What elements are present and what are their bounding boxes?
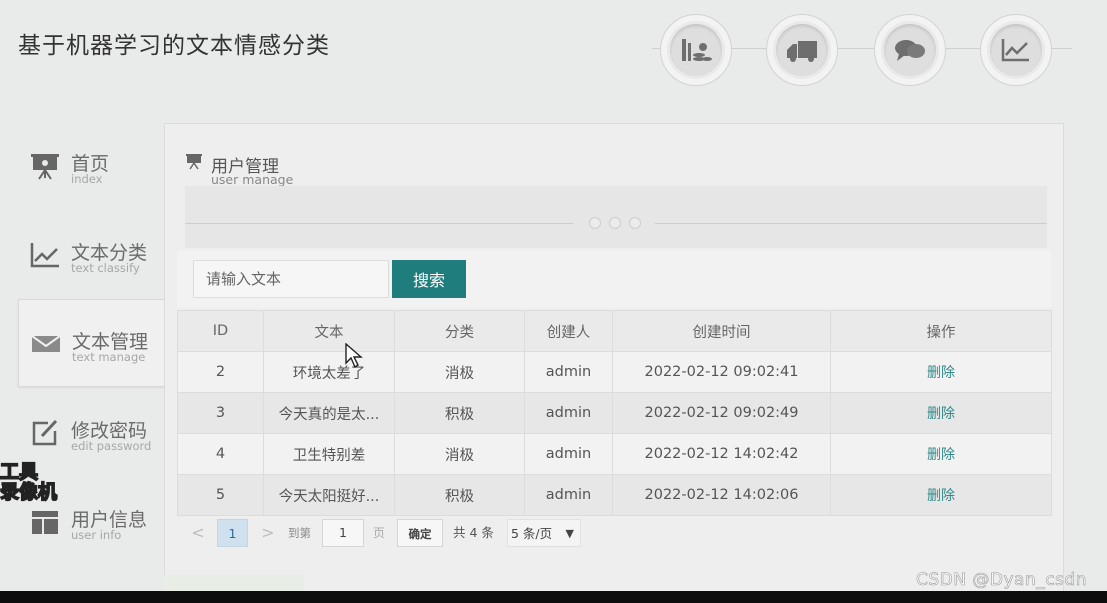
table-header-row: ID 文本 分类 创建人 创建时间 操作 bbox=[177, 310, 1052, 352]
cell-time: 2022-02-12 09:02:49 bbox=[612, 392, 831, 434]
app-title: 基于机器学习的文本情感分类 bbox=[18, 33, 330, 59]
cell-category: 消极 bbox=[394, 351, 525, 393]
cell-id: 3 bbox=[177, 392, 264, 434]
sidebar-item-sublabel: edit password bbox=[71, 439, 152, 453]
cell-creator: admin bbox=[524, 474, 613, 516]
page-unit-label: 页 bbox=[373, 526, 386, 540]
edit-icon bbox=[32, 419, 58, 446]
top-button-chat[interactable] bbox=[874, 14, 946, 86]
bottom-bar-fragment bbox=[164, 575, 304, 591]
table-row: 3 今天真的是太... 积极 admin 2022-02-12 09:02:49… bbox=[177, 392, 1052, 434]
delete-link[interactable]: 删除 bbox=[927, 447, 955, 463]
bottom-strip bbox=[0, 591, 1107, 603]
top-button-chart[interactable] bbox=[980, 14, 1052, 86]
search-bar: 搜索 bbox=[177, 250, 1051, 308]
divider-dot bbox=[629, 217, 641, 229]
next-page-button[interactable]: > bbox=[259, 519, 277, 547]
cell-text: 卫生特别差 bbox=[263, 433, 395, 475]
cell-text: 今天太阳挺好... bbox=[263, 474, 395, 516]
top-button-truck[interactable] bbox=[766, 14, 838, 86]
cell-category: 积极 bbox=[394, 392, 525, 434]
cell-category: 积极 bbox=[394, 474, 525, 516]
divider-dot bbox=[609, 217, 621, 229]
sidebar-item-text-manage[interactable]: 文本管理 text manage bbox=[18, 299, 167, 387]
cell-creator: admin bbox=[524, 433, 613, 475]
cell-creator: admin bbox=[524, 392, 613, 434]
section-divider bbox=[185, 186, 1047, 248]
column-header: 分类 bbox=[394, 310, 525, 352]
delete-link[interactable]: 删除 bbox=[927, 488, 955, 504]
column-header: 创建人 bbox=[524, 310, 613, 352]
column-header: 操作 bbox=[830, 310, 1052, 352]
recorder-watermark-line2: 录像机 bbox=[0, 481, 58, 503]
top-icon-bar bbox=[652, 8, 1072, 88]
cell-action: 删除 bbox=[830, 474, 1052, 516]
mouse-cursor-icon bbox=[345, 343, 363, 369]
sidebar-item-sublabel: text manage bbox=[72, 350, 146, 364]
chevron-down-icon: ▼ bbox=[565, 527, 574, 540]
sidebar-item-sublabel: text classify bbox=[71, 261, 140, 275]
text-table: ID 文本 分类 创建人 创建时间 操作 2 环境太差了 消极 admin 20… bbox=[177, 310, 1052, 516]
column-header: 文本 bbox=[263, 310, 395, 352]
sidebar-item-sublabel: user info bbox=[71, 528, 122, 542]
cell-action: 删除 bbox=[830, 392, 1052, 434]
delete-link[interactable]: 删除 bbox=[927, 406, 955, 422]
page-size-select[interactable]: 5 条/页 ▼ bbox=[507, 519, 581, 547]
cell-time: 2022-02-12 14:02:42 bbox=[612, 433, 831, 475]
line-chart-icon bbox=[1001, 39, 1029, 62]
envelope-icon bbox=[31, 335, 61, 352]
cell-id: 5 bbox=[177, 474, 264, 516]
recorder-watermark-line1: 工具 bbox=[0, 461, 39, 483]
search-button[interactable]: 搜索 bbox=[392, 260, 466, 298]
csdn-watermark: CSDN @Dyan_csdn bbox=[916, 570, 1087, 591]
line-chart-icon bbox=[30, 243, 59, 268]
divider-line bbox=[185, 223, 573, 224]
goto-confirm-button[interactable]: 确定 bbox=[397, 519, 443, 547]
main-panel: 用户管理 user manage 搜索 ID 文本 分类 创建人 创建时间 操作 bbox=[164, 123, 1064, 595]
cell-category: 消极 bbox=[394, 433, 525, 475]
layout-icon bbox=[32, 511, 58, 534]
cell-id: 4 bbox=[177, 433, 264, 475]
cell-time: 2022-02-12 14:02:06 bbox=[612, 474, 831, 516]
divider-dot bbox=[589, 217, 601, 229]
pagination: < 1 > 到第 页 确定 共 4 条 5 条/页 ▼ bbox=[185, 519, 785, 549]
sidebar-item-index[interactable]: 首页 index bbox=[18, 122, 166, 208]
goto-label: 到第 bbox=[288, 526, 311, 540]
cell-id: 2 bbox=[177, 351, 264, 393]
cell-text: 环境太差了 bbox=[263, 351, 395, 393]
column-header: 创建时间 bbox=[612, 310, 831, 352]
presentation-board-icon bbox=[186, 154, 202, 170]
top-button-books[interactable] bbox=[660, 14, 732, 86]
truck-icon bbox=[787, 41, 817, 62]
chat-bubbles-icon bbox=[895, 40, 925, 61]
cell-text: 今天真的是太... bbox=[263, 392, 395, 434]
cell-action: 删除 bbox=[830, 433, 1052, 475]
current-page[interactable]: 1 bbox=[217, 519, 248, 547]
page-size-value: 5 条/页 bbox=[511, 526, 553, 541]
table-row: 5 今天太阳挺好... 积极 admin 2022-02-12 14:02:06… bbox=[177, 474, 1052, 516]
goto-page-input[interactable] bbox=[322, 519, 364, 547]
cell-time: 2022-02-12 09:02:41 bbox=[612, 351, 831, 393]
table-row: 4 卫生特别差 消极 admin 2022-02-12 14:02:42 删除 bbox=[177, 433, 1052, 475]
recorder-watermark: 工具 录像机 bbox=[0, 461, 58, 503]
cell-action: 删除 bbox=[830, 351, 1052, 393]
page-subtitle: user manage bbox=[211, 172, 294, 187]
search-input[interactable] bbox=[193, 260, 389, 298]
divider-line bbox=[655, 223, 1047, 224]
prev-page-button[interactable]: < bbox=[189, 519, 207, 547]
column-header: ID bbox=[177, 310, 264, 352]
cell-creator: admin bbox=[524, 351, 613, 393]
table-row: 2 环境太差了 消极 admin 2022-02-12 09:02:41 删除 bbox=[177, 351, 1052, 393]
presentation-board-icon bbox=[31, 154, 59, 180]
total-count: 共 4 条 bbox=[453, 525, 494, 540]
sidebar-item-text-classify[interactable]: 文本分类 text classify bbox=[18, 211, 166, 297]
sidebar-item-sublabel: index bbox=[71, 172, 103, 186]
delete-link[interactable]: 删除 bbox=[927, 365, 955, 381]
books-coins-icon bbox=[682, 39, 712, 61]
